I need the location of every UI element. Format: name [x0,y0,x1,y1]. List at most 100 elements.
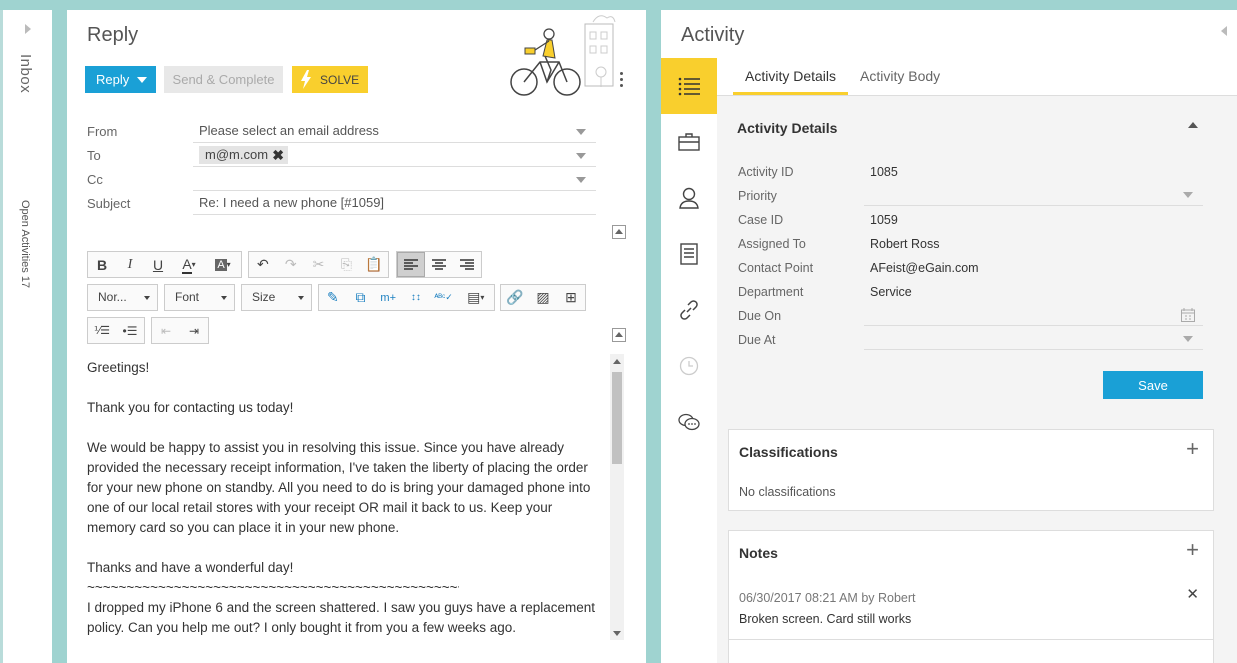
activity-id-value: 1085 [870,165,898,179]
delete-note-icon[interactable]: ✕ [1186,585,1199,603]
priority-label: Priority [738,189,777,203]
recipient-chip-label: m@m.com [205,147,269,162]
body-paragraph: Thank you for contacting us today! [87,400,294,415]
briefcase-icon[interactable] [661,114,717,170]
undo-icon[interactable]: ↶ [249,252,277,277]
font-select[interactable]: Font [164,284,235,311]
solve-button[interactable]: SOLVE [292,66,368,93]
open-activities-tab[interactable]: Open Activities 17 [19,200,31,288]
format-select-label: Nor... [98,290,127,304]
expand-arrow-icon[interactable] [25,24,31,34]
reply-button-label: Reply [96,72,130,87]
case-id-label: Case ID [738,213,784,227]
lightning-icon [301,70,311,89]
cut-icon[interactable]: ✂ [305,252,333,277]
calendar-icon[interactable] [1181,308,1195,322]
activity-tabs: Activity Details Activity Body [733,68,952,95]
classifications-card: Classifications + No classifications [728,429,1214,511]
spellcheck-icon[interactable]: ᴬᴮᶜ✓ [430,285,458,310]
outdent-icon[interactable]: ⇤ [152,318,180,343]
activity-details-section: Activity Details Activity ID 1085 Priori… [717,96,1237,663]
paste-icon[interactable]: 📋 [360,252,388,277]
subject-input[interactable]: Re: I need a new phone [#1059] [193,193,596,215]
list-group: ⅟☰ •☰ [87,317,145,344]
history-clock-icon[interactable] [661,338,717,394]
reply-button[interactable]: Reply [85,66,156,93]
activity-title: Activity [681,24,745,46]
left-rail: Inbox Open Activities 17 [0,10,52,663]
chat-icon[interactable] [661,394,717,450]
remove-recipient-icon[interactable]: ✖ [272,146,284,164]
activity-icon-bar [661,58,717,450]
body-paragraph: Greetings! [87,360,150,375]
link-icon[interactable] [661,282,717,338]
insert-tools-group: ✎ ⧉ m+ ↕↕ ᴬᴮᶜ✓ ▤ ▾ [318,284,495,311]
note-divider [729,639,1213,640]
scroll-thumb[interactable] [612,372,622,464]
edit-group: ↶ ↷ ✂ ⎘ 📋 [248,251,389,278]
from-select[interactable]: Please select an email address [193,121,596,143]
scroll-up-icon[interactable] [613,359,621,364]
collapse-panel-icon[interactable] [1221,26,1227,36]
case-id-value: 1059 [870,213,898,227]
scroll-down-icon[interactable] [613,631,621,636]
priority-select[interactable] [864,184,1203,206]
editor-scrollbar[interactable] [610,354,624,640]
align-left-icon[interactable] [397,252,425,277]
tab-activity-body[interactable]: Activity Body [848,68,952,95]
chevron-down-icon [576,153,586,159]
paste-special-icon[interactable]: ▤ ▾ [457,285,494,310]
table-icon[interactable]: ⊞ [557,285,585,310]
link-icon[interactable]: 🔗 [501,285,529,310]
save-button[interactable]: Save [1103,371,1203,399]
italic-icon[interactable]: I [116,252,144,277]
contact-person-icon[interactable] [661,170,717,226]
bold-icon[interactable]: B [88,252,116,277]
due-at-select[interactable] [864,328,1203,350]
bulleted-list-icon[interactable]: •☰ [116,318,144,343]
cc-label: Cc [87,172,103,187]
section-title: Activity Details [737,120,838,136]
underline-icon[interactable]: U [144,252,172,277]
inbox-tab[interactable]: Inbox [17,54,34,93]
insert-placeholder-icon[interactable]: m+ [374,285,402,310]
highlight-color-icon[interactable]: A ▾ [206,252,240,277]
add-classification-icon[interactable]: + [1186,436,1199,462]
indent-icon[interactable]: ⇥ [180,318,208,343]
copy-icon[interactable]: ⎘ [332,252,360,277]
solve-button-label: SOLVE [320,72,360,87]
format-select[interactable]: Nor... [87,284,158,311]
font-color-icon[interactable]: A ▾ [172,252,206,277]
document-icon[interactable] [661,226,717,282]
contact-point-value: AFeist@eGain.com [870,261,979,275]
more-options-icon[interactable] [620,72,624,90]
tab-activity-details[interactable]: Activity Details [733,68,849,95]
message-editor[interactable]: Greetings! Thank you for contacting us t… [87,358,604,648]
from-placeholder: Please select an email address [199,123,379,138]
insert-template-icon[interactable]: ⧉ [347,285,375,310]
notes-title: Notes [739,545,778,561]
add-note-icon[interactable]: + [1186,537,1199,563]
details-list-icon[interactable] [661,58,717,114]
chevron-up-icon[interactable] [1188,122,1198,128]
activity-panel: Activity Activity Details Activity Body … [661,10,1237,663]
body-paragraph: I dropped my iPhone 6 and the screen sha… [87,600,596,635]
indent-group: ⇤ ⇥ [151,317,209,344]
due-on-date-input[interactable] [864,304,1203,326]
align-right-icon[interactable] [453,252,481,277]
redo-icon[interactable]: ↷ [277,252,305,277]
image-icon[interactable]: ▨ [529,285,557,310]
collapse-header-icon[interactable] [612,225,626,239]
cc-field[interactable] [193,169,596,191]
align-center-icon[interactable] [425,252,453,277]
size-select[interactable]: Size [241,284,312,311]
numbered-list-icon[interactable]: ⅟☰ [88,318,116,343]
reply-panel: Reply Reply Send & Complete SOLVE From P… [67,10,646,663]
to-field[interactable]: m@m.com ✖ [193,145,596,167]
chevron-down-icon [221,296,227,300]
collapse-toolbar-icon[interactable] [612,328,626,342]
send-complete-button[interactable]: Send & Complete [164,66,283,93]
insert-macro-icon[interactable]: ↕↕ [402,285,430,310]
chevron-down-icon [137,77,147,83]
format-painter-icon[interactable]: ✎ [319,285,347,310]
